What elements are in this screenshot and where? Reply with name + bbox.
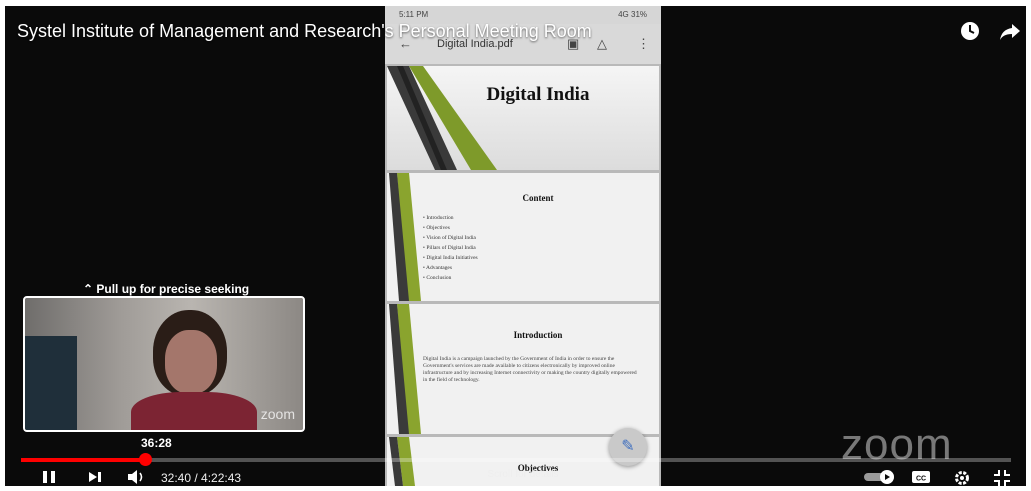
next-icon[interactable] xyxy=(87,469,103,486)
pip-watermark: zoom xyxy=(260,406,295,422)
autoplay-toggle-icon[interactable] xyxy=(863,469,897,486)
seek-hint: ⌃ Pull up for precise seeking xyxy=(83,282,250,296)
shared-screen: 5:11 PM 4G 31% ← Digital India.pdf ▣ △ ⋮… xyxy=(385,6,661,486)
scroll-hint: Scroll for details xyxy=(487,469,559,480)
more-vert-icon: ⋮ xyxy=(637,36,650,51)
slide-decoration xyxy=(387,66,497,170)
seek-time-tooltip: 36:28 xyxy=(141,436,172,450)
list-item: Advantages xyxy=(423,263,478,273)
slide-title-text: Digital India xyxy=(486,84,590,105)
progress-played xyxy=(21,458,145,462)
slide-decoration xyxy=(389,304,421,434)
video-player[interactable]: 5:11 PM 4G 31% ← Digital India.pdf ▣ △ ⋮… xyxy=(5,6,1026,486)
introduction-heading: Introduction xyxy=(513,330,563,340)
svg-text:CC: CC xyxy=(916,476,926,483)
slide-title: Digital India xyxy=(387,66,659,170)
list-item: Objectives xyxy=(423,223,478,233)
status-time: 5:11 PM xyxy=(399,10,429,19)
slide-introduction: Introduction Digital India is a campaign… xyxy=(387,304,659,434)
drive-icon: △ xyxy=(597,36,607,51)
introduction-text: Digital India is a campaign launched by … xyxy=(423,356,637,383)
share-icon[interactable] xyxy=(999,20,1021,48)
content-list: Introduction Objectives Vision of Digita… xyxy=(423,213,478,283)
list-item: Pillars of Digital India xyxy=(423,243,478,253)
gear-icon[interactable] xyxy=(953,469,971,486)
video-title[interactable]: Systel Institute of Management and Resea… xyxy=(17,21,592,42)
volume-icon[interactable] xyxy=(127,469,147,486)
progress-bar[interactable] xyxy=(21,453,1011,466)
scrubber-handle[interactable] xyxy=(138,453,152,466)
exit-fullscreen-icon[interactable] xyxy=(993,469,1011,486)
content-heading: Content xyxy=(522,193,554,203)
zoom-logo: zoom xyxy=(841,420,953,469)
participant-video-thumbnail: zoom xyxy=(23,296,305,432)
cc-icon[interactable]: CC xyxy=(911,469,931,486)
time-display: 32:40 / 4:22:43 xyxy=(161,471,242,485)
list-item: Digital India Initiatives xyxy=(423,253,477,263)
slide-content: Content Introduction Objectives Vision o… xyxy=(387,173,659,301)
list-item: Conclusion xyxy=(423,273,478,283)
list-item: Vision of Digital India xyxy=(423,233,478,243)
clock-icon[interactable] xyxy=(959,20,981,48)
list-item: Introduction xyxy=(423,213,478,223)
pause-icon[interactable] xyxy=(41,469,57,486)
status-indicators: 4G 31% xyxy=(618,10,647,19)
